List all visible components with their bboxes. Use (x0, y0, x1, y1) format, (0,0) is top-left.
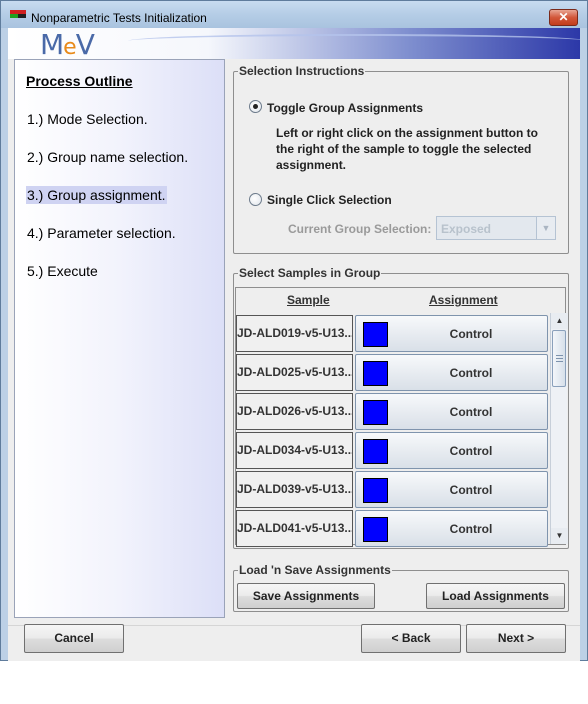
group-color-swatch (363, 439, 388, 464)
toggle-instructions-text: Left or right click on the assignment bu… (276, 126, 539, 172)
sample-name: JD-ALD039-v5-U13... (236, 471, 353, 508)
assignment-toggle-button[interactable]: Control (355, 510, 548, 547)
single-click-selection-label[interactable]: Single Click Selection (267, 193, 392, 207)
assignment-toggle-button[interactable]: Control (355, 354, 548, 391)
table-row: JD-ALD041-v5-U13... Control (236, 510, 550, 547)
scroll-up-arrow-icon[interactable]: ▲ (551, 313, 568, 329)
assignment-toggle-button[interactable]: Control (355, 432, 548, 469)
assignment-label: Control (449, 405, 493, 419)
process-outline-panel: Process Outline 1.) Mode Selection. 2.) … (14, 59, 225, 618)
group-color-swatch (363, 322, 388, 347)
assignment-toggle-button[interactable]: Control (355, 393, 548, 430)
outline-step-mode-selection: 1.) Mode Selection. (27, 111, 148, 127)
banner-swoosh (128, 34, 580, 48)
table-row: JD-ALD026-v5-U13... Control (236, 393, 550, 430)
scroll-down-arrow-icon[interactable]: ▼ (551, 528, 568, 544)
sample-name: JD-ALD025-v5-U13... (236, 354, 353, 391)
assignment-label: Control (449, 444, 493, 458)
cancel-button[interactable]: Cancel (24, 624, 124, 653)
sample-name: JD-ALD041-v5-U13... (236, 510, 353, 547)
load-assignments-button[interactable]: Load Assignments (426, 583, 565, 609)
table-vertical-scrollbar[interactable]: ▲ ▼ (550, 313, 568, 544)
table-row: JD-ALD039-v5-U13... Control (236, 471, 550, 508)
assignment-label: Control (449, 366, 493, 380)
outline-step-group-assignment: 3.) Group assignment. (26, 186, 167, 204)
sample-assignment-table: Sample Assignment JD-ALD019-v5-U13... Co… (235, 287, 568, 547)
column-header-sample: Sample (287, 293, 330, 307)
load-save-legend: Load 'n Save Assignments (239, 563, 391, 577)
table-row: JD-ALD025-v5-U13... Control (236, 354, 550, 391)
next-button[interactable]: Next > (466, 624, 566, 653)
group-color-swatch (363, 361, 388, 386)
process-outline-title: Process Outline (26, 73, 133, 89)
mev-logo: MeV (40, 28, 95, 59)
select-samples-legend: Select Samples in Group (239, 266, 381, 280)
current-group-selection-label: Current Group Selection: (288, 222, 432, 236)
assignment-toggle-button[interactable]: Control (355, 471, 548, 508)
single-click-selection-radio[interactable] (249, 193, 262, 206)
selection-instructions-legend: Selection Instructions (239, 64, 365, 78)
mev-app-icon (10, 10, 26, 20)
back-button[interactable]: < Back (361, 624, 461, 653)
mev-banner: MeV (8, 28, 580, 59)
group-color-swatch (363, 478, 388, 503)
sample-name: JD-ALD019-v5-U13... (236, 315, 353, 352)
table-row: JD-ALD019-v5-U13... Control (236, 315, 550, 352)
close-button[interactable]: ✕ (549, 9, 578, 26)
window-title: Nonparametric Tests Initialization (31, 11, 207, 25)
outline-step-parameter-selection: 4.) Parameter selection. (27, 225, 176, 241)
outline-step-execute: 5.) Execute (27, 263, 98, 279)
column-header-assignment: Assignment (429, 293, 498, 307)
close-icon: ✕ (558, 10, 569, 24)
assignment-label: Control (449, 483, 493, 497)
table-row: JD-ALD034-v5-U13... Control (236, 432, 550, 469)
group-color-swatch (363, 400, 388, 425)
outline-step-group-name-selection: 2.) Group name selection. (27, 149, 189, 165)
group-color-swatch (363, 517, 388, 542)
assignment-toggle-button[interactable]: Control (355, 315, 548, 352)
assignment-label: Control (449, 522, 493, 536)
sample-name: JD-ALD026-v5-U13... (236, 393, 353, 430)
sample-name: JD-ALD034-v5-U13... (236, 432, 353, 469)
current-group-select[interactable]: Exposed ▼ (436, 216, 556, 240)
chevron-down-icon[interactable]: ▼ (536, 217, 555, 239)
toggle-group-assignments-radio[interactable] (249, 100, 262, 113)
toggle-group-assignments-label[interactable]: Toggle Group Assignments (267, 101, 423, 115)
assignment-label: Control (449, 327, 493, 341)
scrollbar-thumb[interactable] (552, 330, 566, 387)
current-group-value: Exposed (441, 222, 492, 236)
save-assignments-button[interactable]: Save Assignments (237, 583, 375, 609)
title-bar[interactable]: Nonparametric Tests Initialization ✕ (1, 1, 587, 28)
